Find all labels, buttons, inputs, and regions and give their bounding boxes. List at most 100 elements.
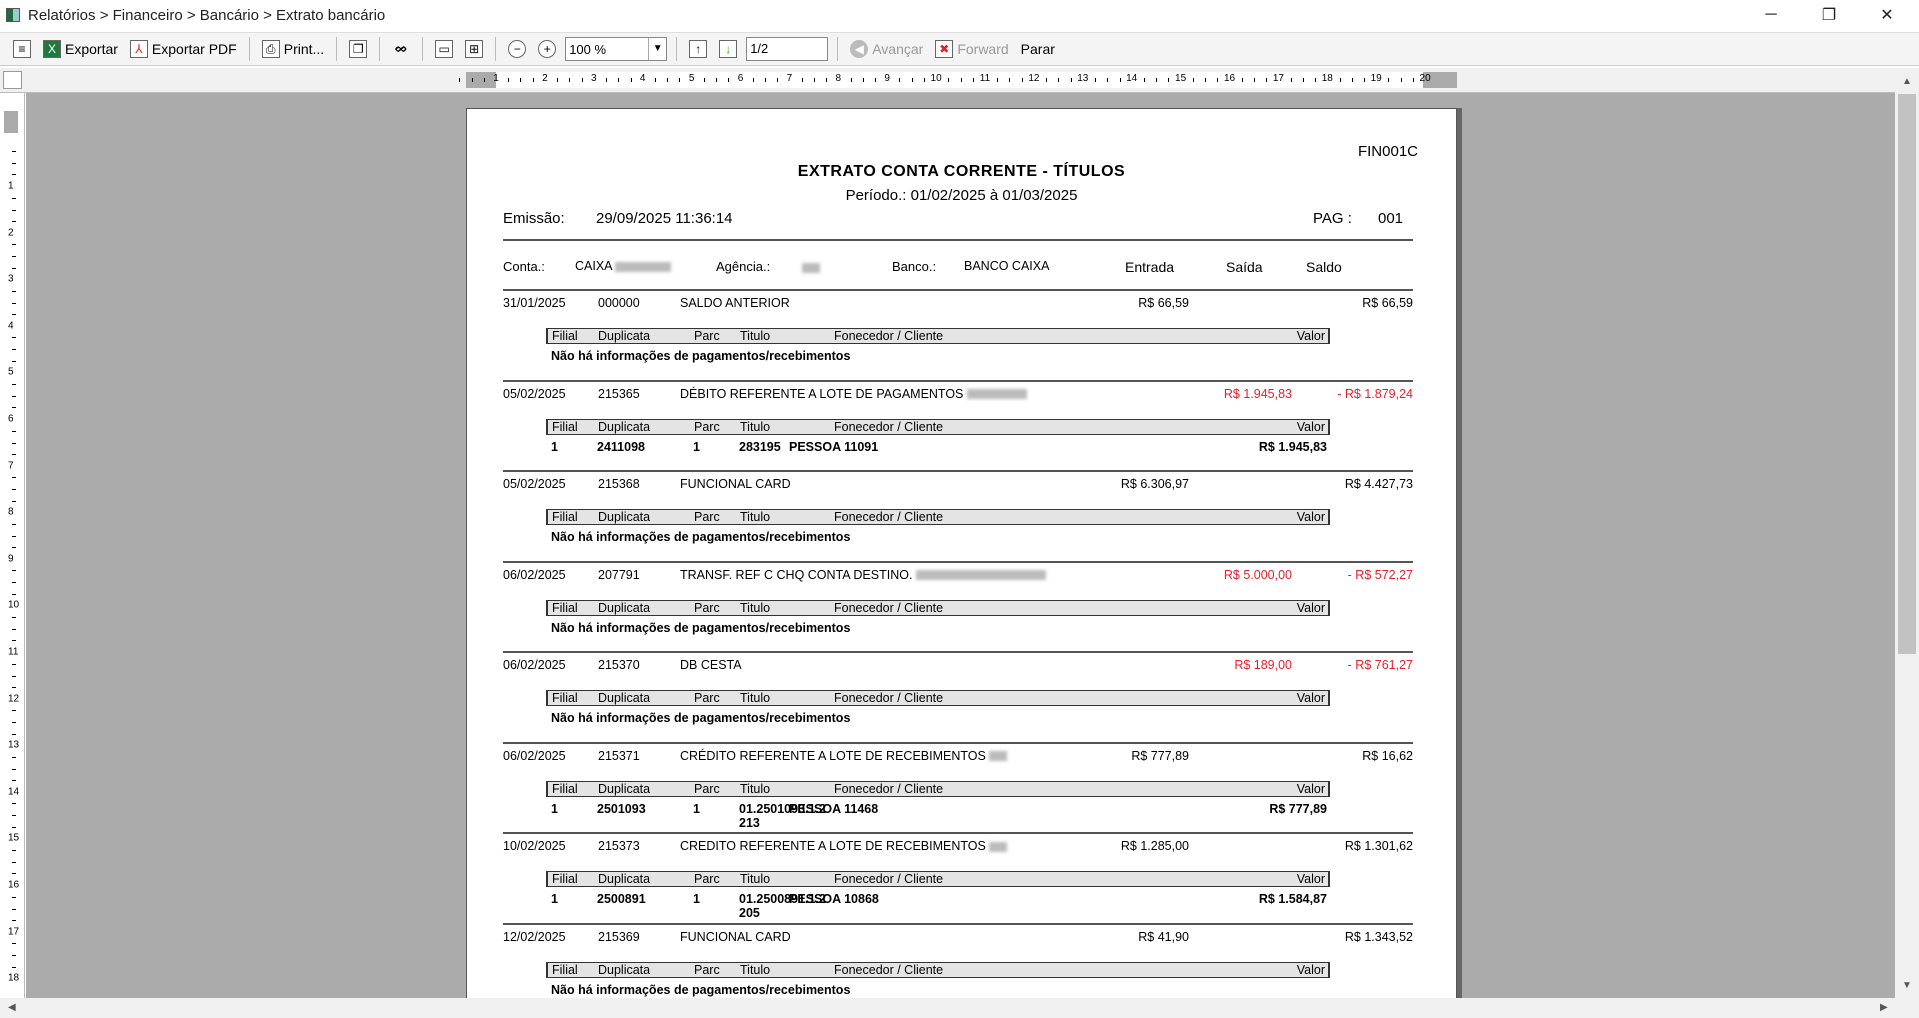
ruler-tick [1119,78,1121,82]
single-page-icon: ▭ [435,40,454,58]
entry-description: CRÉDITO REFERENTE A LOTE DE RECEBIMENTOS [680,749,1008,763]
ruler-tick [716,78,717,82]
ruler-tick-label: 8 [835,73,842,84]
ruler-tick [12,768,16,770]
forward-label: Forward [957,41,1009,57]
ruler-tick [752,78,754,82]
column-header-parc: Parc [694,419,720,434]
detail-titulo-cont: 205 [739,906,760,918]
ruler-tick-label: 19 [1370,73,1382,84]
printer-icon: ⎙ [261,40,280,58]
vertical-scrollbar[interactable]: ▲ ▼ [1895,68,1919,998]
column-header-filial: Filial [552,510,578,524]
single-page-button[interactable]: ▭ [432,36,456,62]
ruler-tick [557,78,559,82]
horizontal-scrollbar[interactable]: ◀ ▶ [0,998,1919,1018]
ruler-tick [12,675,16,677]
detail-header: Filial Duplicata Parc Titulo Fonecedor / Cli… [546,509,1330,525]
ruler-tick [12,850,16,851]
ruler-tick [1168,78,1170,82]
ruler-tick [12,756,16,758]
zoom-in-button[interactable]: + [535,36,559,62]
zoom-out-icon: − [508,40,527,58]
detail-filial: 1 [551,439,558,454]
no-info-message: Não há informações de pagamentos/recebim… [551,349,851,363]
minimize-button[interactable]: ─ [1742,0,1800,30]
entry-description: DÉBITO REFERENTE A LOTE DE PAGAMENTOS [680,387,1027,401]
toolbar: ≡ X Exportar ⅄ Exportar PDF ⎙ Print... ❐ ᨖ … [0,32,1919,66]
multi-page-button[interactable]: ⊞ [462,36,486,62]
scrollbar-thumb[interactable] [1898,94,1916,654]
ruler-tick-label: 10 [930,73,942,84]
banco-label: Banco.: [892,259,937,274]
divider [503,239,1413,241]
find-button[interactable]: ᨖ [389,36,413,62]
ruler-tick [960,78,962,82]
ruler-tick-label: 20 [1419,73,1431,84]
entry-saldo: R$ 66,59 [1362,296,1413,310]
ruler-tick [471,78,473,82]
zoom-out-button[interactable]: − [505,36,529,62]
print-button[interactable]: ⎙ Print... [259,36,327,62]
scroll-down-icon[interactable]: ▼ [1902,980,1912,991]
next-page-button[interactable]: ↓ [716,36,740,62]
ruler-tick [12,920,16,921]
ruler-tick-label: 13 [1077,73,1089,84]
zoom-value: 100 % [569,41,607,57]
column-header-parc: Parc [694,510,720,524]
ruler-tick [1192,78,1194,82]
ruler-tick [1266,78,1268,82]
toggle-tree-button[interactable]: ≡ [10,36,34,62]
ruler-tick [12,489,16,491]
ruler-tick [923,78,925,82]
ruler-tick [459,78,461,82]
entry-document: 000000 [598,296,640,310]
column-header-duplicata: Duplicata [598,781,651,796]
ruler-tick [12,582,16,584]
copy-button[interactable]: ❐ [346,36,370,62]
zoom-select[interactable]: 100 % ▼ [565,37,668,61]
divider [676,37,678,61]
detail-header: Filial Duplicata Parc Titulo Fonecedor / Cli… [546,961,1330,978]
entry-entrada: R$ 1.285,00 [1120,839,1189,853]
detail-valor: R$ 1.584,87 [1258,892,1327,906]
close-button[interactable]: ✕ [1858,0,1916,30]
ruler-tick [875,78,876,82]
redacted [915,570,1046,581]
export-pdf-button[interactable]: ⅄ Exportar PDF [127,36,240,62]
ruler-tick [12,430,16,432]
previous-page-button[interactable]: ↑ [686,36,710,62]
forward-button[interactable]: ✖ Forward [932,36,1011,62]
ruler-tick [667,78,669,82]
scroll-left-icon[interactable]: ◀ [8,1002,16,1013]
avancar-button[interactable]: ◀ Avançar [847,36,926,62]
entry-saida: R$ 189,00 [1234,658,1292,672]
export-label: Exportar [65,41,118,57]
export-button[interactable]: X Exportar [40,36,121,62]
banco-value: BANCO CAIXA [964,259,1050,273]
detail-duplicata: 2501093 [597,801,646,816]
ruler-tick [12,163,16,164]
ruler-tick [12,722,16,724]
ruler-tick-label: 16 [1223,73,1236,84]
column-header-filial: Filial [552,781,578,796]
window-title: Relatórios > Financeiro > Bancário > Ext… [28,6,386,24]
entry-description-text: CREDITO REFERENTE A LOTE DE RECEBIMENTOS [680,839,986,853]
maximize-button[interactable]: ❐ [1800,0,1858,30]
entry-description: CREDITO REFERENTE A LOTE DE RECEBIMENTOS [680,839,1008,853]
entry-date: 05/02/2025 [503,386,566,401]
no-info-message: Não há informações de pagamentos/recebim… [551,711,851,725]
page-input[interactable]: 1/2 [746,37,829,61]
ruler-tick [1095,78,1096,82]
column-header-titulo: Titulo [740,691,771,705]
scroll-up-icon[interactable]: ▲ [1902,76,1912,87]
app-icon [6,8,20,22]
ruler-tick [1253,78,1255,82]
emissao-value: 29/09/2025 11:36:14 [596,210,733,227]
column-header-duplicata: Duplicata [598,329,651,343]
parar-button[interactable]: Parar [1018,36,1058,62]
detail-fornecedor: PESSOA 11091 [789,439,879,454]
entry-saldo: R$ 4.427,73 [1344,477,1413,491]
ruler-tick [1009,78,1011,82]
scroll-right-icon[interactable]: ▶ [1880,1002,1888,1013]
